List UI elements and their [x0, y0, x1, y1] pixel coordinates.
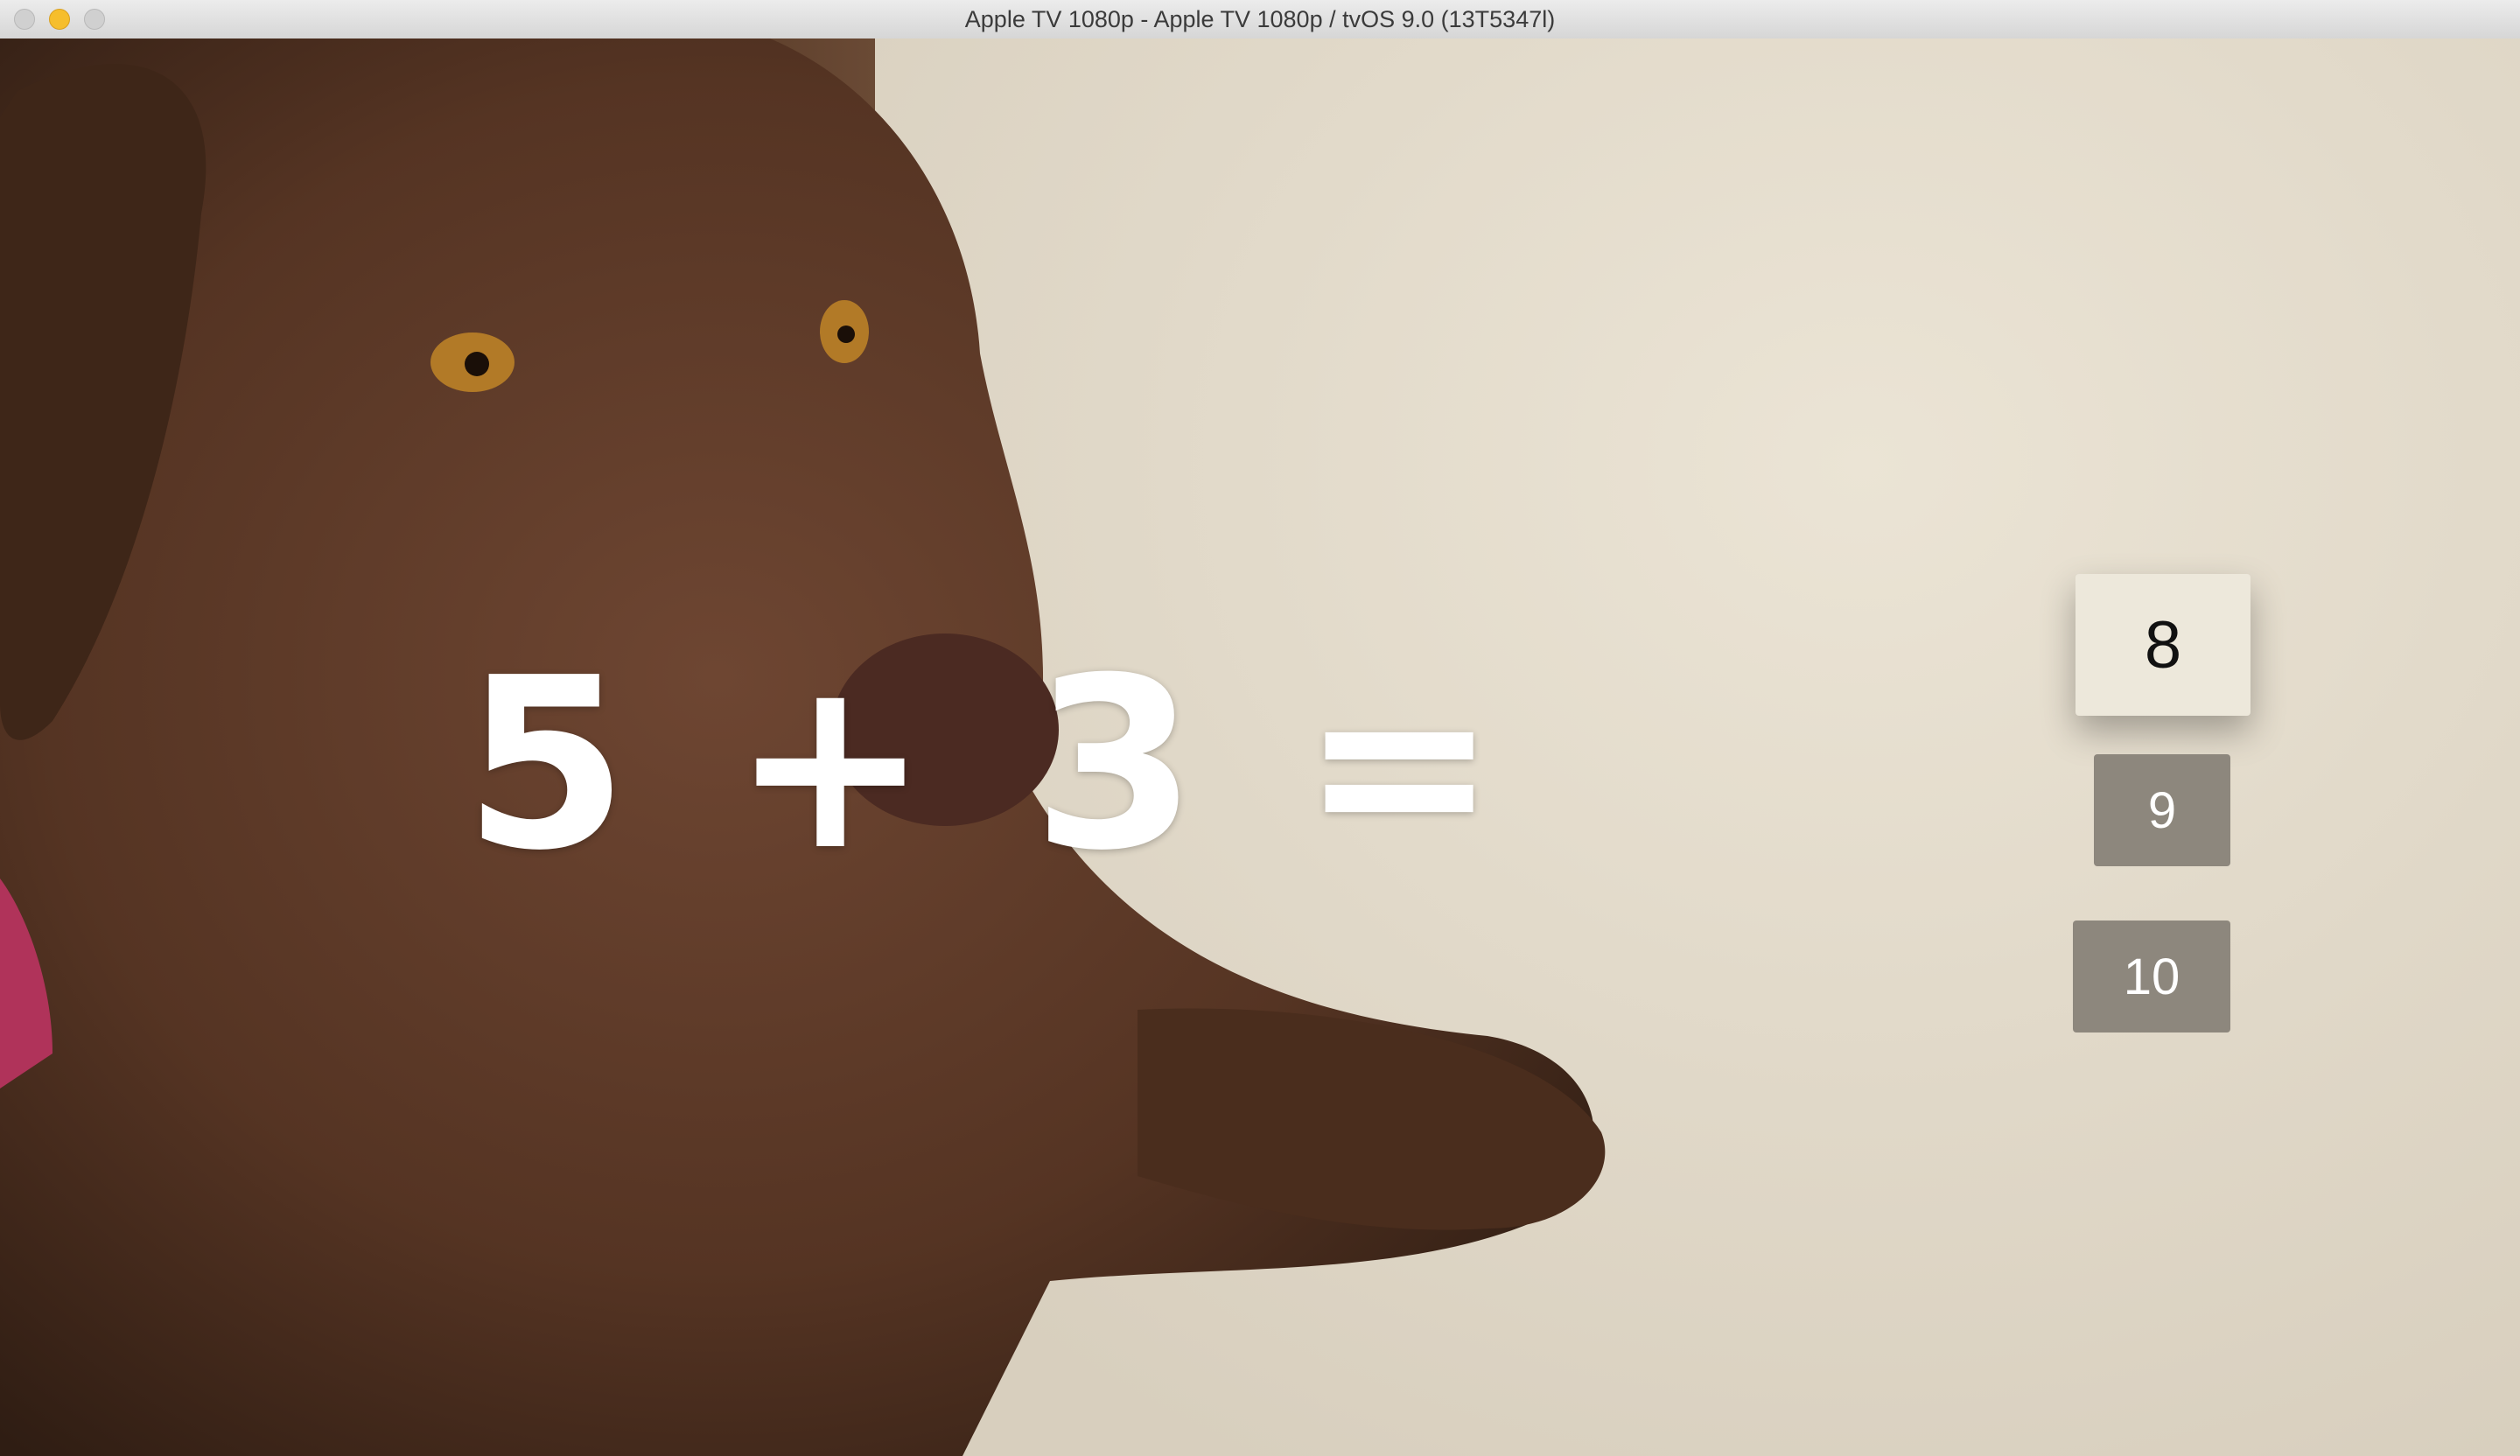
- answer-button-10[interactable]: 10: [2073, 920, 2230, 1032]
- app-screen: 5 + 3 = 8 9 10: [0, 38, 2520, 1456]
- math-equation: 5 + 3 =: [464, 626, 1509, 902]
- answer-button-9[interactable]: 9: [2094, 754, 2230, 866]
- window-titlebar: Apple TV 1080p - Apple TV 1080p / tvOS 9…: [0, 0, 2520, 39]
- simulator-window: Apple TV 1080p - Apple TV 1080p / tvOS 9…: [0, 0, 2520, 1456]
- answer-button-8[interactable]: 8: [2076, 574, 2250, 716]
- window-title: Apple TV 1080p - Apple TV 1080p / tvOS 9…: [964, 6, 1556, 32]
